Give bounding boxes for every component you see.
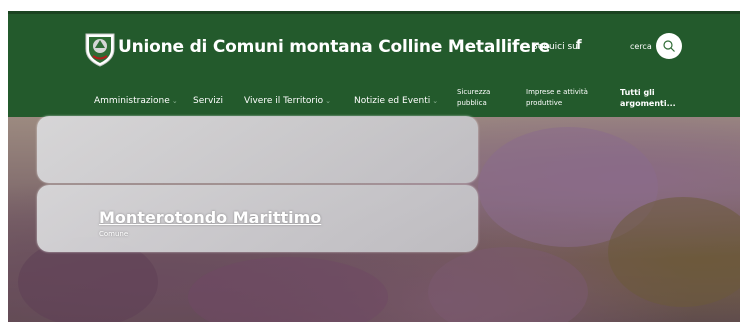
nav-label-line1: Sicurezza bbox=[457, 88, 491, 96]
hero-title[interactable]: Monterotondo Marittimo bbox=[99, 208, 321, 227]
nav-vivere-territorio[interactable]: Vivere il Territorio ⌄ bbox=[244, 95, 331, 107]
nav-sicurezza-pubblica[interactable]: Sicurezza pubblica bbox=[457, 87, 490, 109]
nav-label-line1: Tutti gli bbox=[620, 88, 655, 97]
nav-label: Notizie ed Eventi bbox=[354, 96, 431, 106]
nav-tutti-argomenti[interactable]: Tutti gli argomenti... bbox=[620, 87, 676, 109]
site-header: Unione di Comuni montana Colline Metalli… bbox=[8, 11, 740, 117]
nav-label: Amministrazione bbox=[94, 96, 170, 106]
nav-label-line2: produttive bbox=[526, 99, 563, 107]
heather-flowers-decor bbox=[188, 257, 388, 322]
top-strip bbox=[8, 11, 740, 14]
chevron-down-icon: ⌄ bbox=[325, 97, 331, 105]
hero-card[interactable]: Monterotondo Marittimo Comune bbox=[37, 185, 478, 252]
nav-label: Servizi bbox=[193, 96, 224, 106]
search-button[interactable] bbox=[656, 33, 682, 59]
nav-notizie-eventi[interactable]: Notizie ed Eventi ⌄ bbox=[354, 95, 438, 107]
nav-label-line2: argomenti... bbox=[620, 99, 676, 108]
nav-label-line2: pubblica bbox=[457, 99, 487, 107]
follow-label: Seguici su bbox=[532, 42, 578, 52]
hero-subtitle: Comune bbox=[99, 230, 129, 238]
heather-flowers-decor bbox=[608, 197, 740, 307]
facebook-icon[interactable]: f bbox=[576, 38, 582, 53]
nav-label-line1: Imprese e attività bbox=[526, 88, 588, 96]
page-frame: Unione di Comuni montana Colline Metalli… bbox=[8, 11, 740, 322]
search-label: cerca bbox=[630, 42, 652, 51]
nav-amministrazione[interactable]: Amministrazione ⌄ bbox=[94, 95, 178, 107]
crest-logo[interactable] bbox=[83, 31, 117, 67]
chevron-down-icon: ⌄ bbox=[432, 97, 439, 105]
nav-servizi[interactable]: Servizi bbox=[193, 95, 223, 107]
site-title[interactable]: Unione di Comuni montana Colline Metalli… bbox=[118, 37, 550, 57]
nav-imprese[interactable]: Imprese e attività produttive bbox=[526, 87, 588, 109]
hero-card-top bbox=[37, 116, 478, 183]
heather-flowers-decor bbox=[428, 247, 588, 322]
nav-label: Vivere il Territorio bbox=[244, 96, 324, 106]
search-icon bbox=[663, 40, 675, 52]
chevron-down-icon: ⌄ bbox=[171, 97, 178, 105]
